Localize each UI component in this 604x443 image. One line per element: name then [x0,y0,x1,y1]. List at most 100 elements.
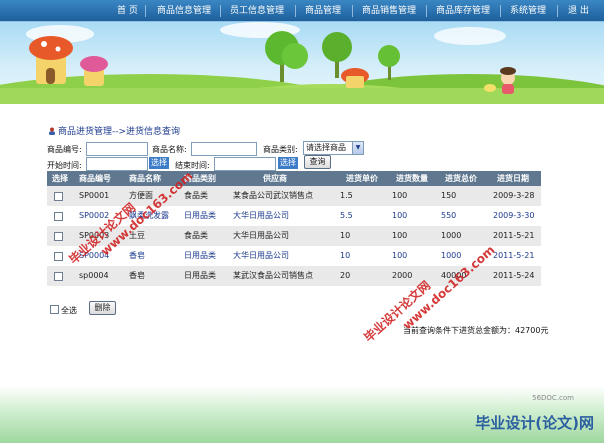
cell-name: 香皂 [129,271,145,280]
cell-supplier: 某食品公司武汉销售点 [233,191,313,200]
cell-unit-price: 10 [340,251,351,260]
row-checkbox[interactable] [54,212,63,221]
cell-quantity: 100 [392,211,408,220]
cell-date: 2009-3-30 [493,211,535,220]
nav-home[interactable]: 首 页 [117,5,138,18]
header-banner [0,22,604,104]
footer-site-tag: 56DOC.com [532,394,574,402]
cell-total-price: 1000 [441,231,462,240]
chevron-down-icon: ▼ [352,142,363,154]
cell-total-price: 1000 [441,251,462,260]
cell-date: 2011-5-21 [493,231,535,240]
header-total-price: 进货总价 [445,174,477,183]
table-row: SP0003 土豆 食品类 大华日用品公司 10 100 1000 2011-5… [47,226,541,246]
nav-product-manage[interactable]: 商品管理 [305,5,341,18]
cell-unit-price: 5.5 [340,211,353,220]
banner-illustration [0,22,604,104]
product-code-label: 商品编号: [47,145,82,154]
nav-separator [500,5,501,17]
cell-code: sp0004 [79,271,109,280]
cell-code: SP0003 [79,231,110,240]
category-select-value: 请选择商品 [306,143,346,152]
breadcrumb-text[interactable]: 商品进货管理-->进货信息查询 [58,124,180,137]
cell-category: 食品类 [184,231,208,240]
cell-quantity: 2000 [392,271,413,280]
breadcrumb: 商品进货管理-->进货信息查询 [48,124,180,137]
top-nav: 首 页 商品信息管理 员工信息管理 商品管理 商品销售管理 商品库存管理 系统管… [0,0,604,22]
header-select: 选择 [52,174,68,183]
cell-quantity: 100 [392,231,408,240]
cell-total-price: 550 [441,211,457,220]
cell-unit-price: 10 [340,231,351,240]
product-name-input[interactable] [191,142,257,156]
cell-supplier: 大华日用品公司 [233,231,289,240]
table-header: 选择 商品编号 商品名称 商品类别 供应商 进货单价 进货数量 进货总价 进货日… [47,171,541,186]
header-unit-price: 进货单价 [346,174,378,183]
header-code: 商品编号 [79,174,111,183]
header-quantity: 进货数量 [396,174,428,183]
nav-separator [295,5,296,17]
nav-stock-manage[interactable]: 商品库存管理 [436,5,490,18]
row-checkbox[interactable] [54,252,63,261]
cell-code: SP0001 [79,191,110,200]
nav-staff-info[interactable]: 员工信息管理 [230,5,284,18]
user-icon [49,127,55,135]
table-row: sp0004 香皂 日用品类 某武汉食品公司销售点 20 2000 40000 … [47,266,541,286]
delete-button[interactable]: 删除 [89,301,116,315]
cell-code: SP0004 [79,251,110,260]
purchase-table: 选择 商品编号 商品名称 商品类别 供应商 进货单价 进货数量 进货总价 进货日… [47,171,541,286]
cell-total-price: 150 [441,191,457,200]
product-name-label: 商品名称: [152,145,187,154]
cell-category: 日用品类 [184,251,216,260]
cell-unit-price: 20 [340,271,351,280]
cell-date: 2011-5-24 [493,271,535,280]
cell-date: 2009-3-28 [493,191,535,200]
table-row: SP0004 香皂 日用品类 大华日用品公司 10 100 1000 2011-… [47,246,541,266]
cell-quantity: 100 [392,191,408,200]
total-amount-text: 当前查询条件下进货总金额为：42700元 [403,326,549,335]
row-checkbox[interactable] [54,192,63,201]
start-time-pick-button[interactable]: 选择 [149,157,169,169]
select-all-label[interactable]: 全选 [61,305,77,316]
nav-separator [145,5,146,17]
footer-logo-text: 毕业设计(论文)网 [475,414,594,432]
start-time-input[interactable] [86,157,148,171]
cell-name: 香皂 [129,251,145,260]
cell-supplier: 某武汉食品公司销售点 [233,271,313,280]
cell-name: 方便面 [129,191,153,200]
header-supplier: 供应商 [263,174,287,183]
end-time-input[interactable] [214,157,276,171]
table-row: SP0002 飘柔洗发露 日用品类 大华日用品公司 5.5 100 550 20… [47,206,541,226]
cell-supplier: 大华日用品公司 [233,251,289,260]
nav-system-manage[interactable]: 系统管理 [510,5,546,18]
cell-unit-price: 1.5 [340,191,353,200]
nav-separator [220,5,221,17]
product-code-input[interactable] [86,142,148,156]
header-category: 商品类别 [184,174,216,183]
cell-name: 土豆 [129,231,145,240]
query-button[interactable]: 查询 [304,155,331,169]
end-time-label: 结束时间: [175,161,210,170]
row-checkbox[interactable] [54,272,63,281]
nav-separator [426,5,427,17]
cell-supplier: 大华日用品公司 [233,211,289,220]
nav-separator [557,5,558,17]
header-name: 商品名称 [129,174,161,183]
category-label: 商品类别: [263,145,298,154]
cell-date: 2011-5-21 [493,251,535,260]
cell-quantity: 100 [392,251,408,260]
nav-product-info[interactable]: 商品信息管理 [157,5,211,18]
cell-total-price: 40000 [441,271,467,280]
nav-logout[interactable]: 退 出 [568,5,589,18]
select-all-checkbox[interactable] [50,305,59,314]
cell-name: 飘柔洗发露 [129,211,169,220]
category-select[interactable]: 请选择商品 ▼ [303,141,364,155]
nav-separator [352,5,353,17]
nav-sales-manage[interactable]: 商品销售管理 [362,5,416,18]
row-checkbox[interactable] [54,232,63,241]
start-time-label: 开始时间: [47,161,82,170]
end-time-pick-button[interactable]: 选择 [278,157,298,169]
cell-code: SP0002 [79,211,110,220]
table-row: SP0001 方便面 食品类 某食品公司武汉销售点 1.5 100 150 20… [47,186,541,206]
cell-category: 食品类 [184,191,208,200]
